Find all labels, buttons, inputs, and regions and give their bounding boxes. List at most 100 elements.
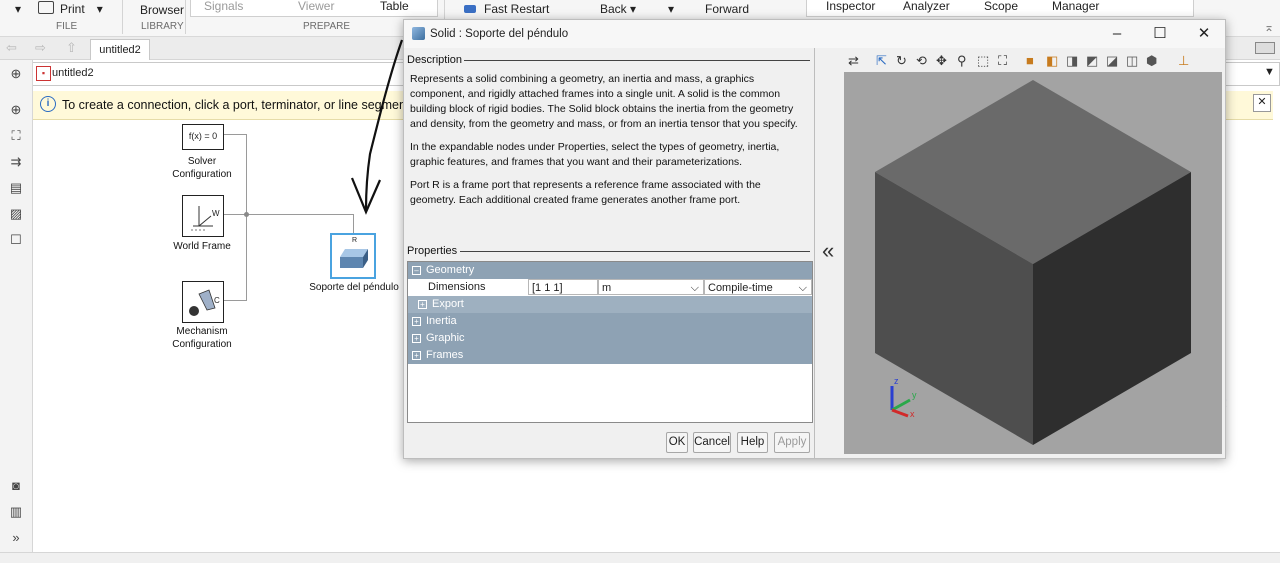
solid-block-icon xyxy=(412,27,425,40)
bottom-view-icon[interactable]: ◩ xyxy=(1086,53,1098,69)
fit-to-view-icon[interactable]: ⛶ xyxy=(8,128,24,144)
zoom-icon[interactable]: ⊕ xyxy=(8,102,24,118)
expand-palette-icon[interactable]: » xyxy=(8,530,24,546)
properties-divider xyxy=(460,251,810,252)
right-view-icon[interactable]: ◫ xyxy=(1126,53,1138,69)
roll-icon[interactable]: ⟲ xyxy=(916,53,927,69)
back-arrow-icon[interactable]: ⇦ xyxy=(6,40,17,56)
address-path[interactable]: untitled2 xyxy=(52,67,94,79)
back-view-icon[interactable]: ◧ xyxy=(1046,53,1058,69)
solid-block-label: Soporte del péndulo xyxy=(309,282,399,293)
connection-line[interactable] xyxy=(224,300,247,301)
chevron-down-icon: ⌵ xyxy=(798,282,807,294)
collapse-viewer-icon[interactable]: « xyxy=(822,238,834,264)
mechanism-label-line1: Mechanism xyxy=(176,326,228,337)
step-back-button[interactable]: Back ▾ xyxy=(600,2,636,16)
help-button[interactable]: Help xyxy=(737,432,768,453)
3d-viewer[interactable]: z y x xyxy=(844,72,1222,454)
inertia-label: Inertia xyxy=(426,315,457,327)
dimensions-mode-select[interactable]: Compile-time ⌵ xyxy=(704,279,812,295)
description-header: Description xyxy=(407,54,465,66)
chevron-down-icon: ▾ xyxy=(96,2,103,16)
expand-icon[interactable]: + xyxy=(412,333,421,343)
export-node[interactable]: + Export xyxy=(408,296,812,313)
manager-button[interactable]: Manager xyxy=(1052,0,1099,13)
rotate-icon[interactable]: ↻ xyxy=(896,53,907,69)
viewer-button[interactable]: Viewer xyxy=(298,0,334,13)
fit-icon[interactable]: ⛶ xyxy=(998,53,1007,69)
solid-block[interactable]: R xyxy=(330,233,376,279)
cancel-button[interactable]: Cancel xyxy=(693,432,731,453)
fast-restart-icon xyxy=(464,5,476,13)
mechanism-label-line2: Configuration xyxy=(172,339,232,350)
forward-arrow-icon[interactable]: ⇨ xyxy=(35,40,46,56)
expand-icon[interactable]: + xyxy=(412,350,421,360)
step-forward-button[interactable]: Forward xyxy=(705,2,749,16)
front-view-icon[interactable]: ■ xyxy=(1026,53,1034,68)
library-group-label: LIBRARY xyxy=(141,21,184,32)
pan-icon[interactable]: ✥ xyxy=(936,53,947,69)
properties-icon[interactable]: ▥ xyxy=(8,504,24,520)
printer-icon xyxy=(38,1,54,14)
world-port-label: W xyxy=(212,209,220,218)
close-icon[interactable]: ✕ xyxy=(1253,94,1271,112)
divider xyxy=(122,0,123,34)
graphic-node[interactable]: + Graphic xyxy=(408,330,812,347)
property-grid: – Geometry Dimensions [1 1 1] m ⌵ Compile… xyxy=(407,261,813,423)
inertia-node[interactable]: + Inertia xyxy=(408,313,812,330)
left-view-icon[interactable]: ◪ xyxy=(1106,53,1118,69)
dimensions-value-field[interactable]: [1 1 1] xyxy=(528,279,598,295)
image-icon[interactable]: ▨ xyxy=(8,206,24,222)
back-dropdown-icon[interactable]: ▾ xyxy=(668,2,674,16)
analyzer-button[interactable]: Analyzer xyxy=(903,0,950,13)
connection-line[interactable] xyxy=(224,134,247,135)
status-bar xyxy=(0,552,1280,563)
geometry-node[interactable]: – Geometry xyxy=(408,262,812,279)
tab-untitled2[interactable]: untitled2 xyxy=(90,39,150,60)
select-icon[interactable]: ⇱ xyxy=(876,53,887,69)
isometric-view-icon[interactable]: ⬢ xyxy=(1146,53,1157,69)
frames-toggle-icon[interactable]: ⊥ xyxy=(1178,53,1189,69)
model-browser-icon[interactable] xyxy=(1255,42,1275,54)
annotation-arrow-icon xyxy=(350,39,404,215)
scope-button[interactable]: Scope xyxy=(984,0,1018,13)
maximize-icon[interactable]: ☐ xyxy=(1140,24,1180,44)
annotation-icon[interactable]: ▤ xyxy=(8,180,24,196)
solver-configuration-block[interactable]: f(x) = 0 xyxy=(182,124,224,150)
axis-x-label: x xyxy=(910,409,915,419)
signals-button[interactable]: Signals xyxy=(204,0,243,13)
inspector-button[interactable]: Inspector xyxy=(826,0,875,13)
up-arrow-icon[interactable]: ⇧ xyxy=(66,40,77,56)
frames-node[interactable]: + Frames xyxy=(408,347,812,364)
model-icon: ▪ xyxy=(36,66,51,81)
connection-line[interactable] xyxy=(246,134,247,301)
library-browser-button[interactable]: Browser xyxy=(140,3,184,17)
expand-icon[interactable]: + xyxy=(418,299,427,309)
zoom-box-icon[interactable]: ⬚ xyxy=(977,53,989,69)
print-button[interactable]: Print ▾ xyxy=(38,1,103,16)
pane-splitter[interactable] xyxy=(814,48,822,458)
hide-browser-icon[interactable]: ⊕ xyxy=(8,66,24,82)
area-icon[interactable]: ☐ xyxy=(8,232,24,248)
ok-button[interactable]: OK xyxy=(666,432,688,453)
properties-header: Properties xyxy=(407,245,460,257)
arrow-icon[interactable]: ⇉ xyxy=(8,154,24,170)
top-view-icon[interactable]: ◨ xyxy=(1066,53,1078,69)
fast-restart-button[interactable]: Fast Restart xyxy=(464,2,549,16)
address-dropdown-icon[interactable]: ▼ xyxy=(1264,66,1275,78)
minimize-icon[interactable]: – xyxy=(1097,24,1137,44)
table-button[interactable]: Table xyxy=(380,0,409,13)
collapse-icon[interactable]: – xyxy=(412,265,421,275)
solver-equation: f(x) = 0 xyxy=(188,131,218,141)
prepare-group-label: PREPARE xyxy=(303,21,351,32)
zoom-icon[interactable]: ⚲ xyxy=(957,53,967,69)
screenshot-icon[interactable]: ◙ xyxy=(8,478,24,494)
dimensions-unit-select[interactable]: m ⌵ xyxy=(598,279,704,295)
expand-icon[interactable]: + xyxy=(412,316,421,326)
collapse-toolstrip-icon[interactable]: ⌅ xyxy=(1264,20,1274,34)
swap-icon[interactable]: ⇄ xyxy=(848,53,859,69)
cube-render: z y x xyxy=(875,80,1191,445)
close-icon[interactable]: ✕ xyxy=(1184,24,1224,44)
apply-button[interactable]: Apply xyxy=(774,432,810,453)
toolstrip-dropdown-icon[interactable]: ▾ xyxy=(15,2,21,16)
